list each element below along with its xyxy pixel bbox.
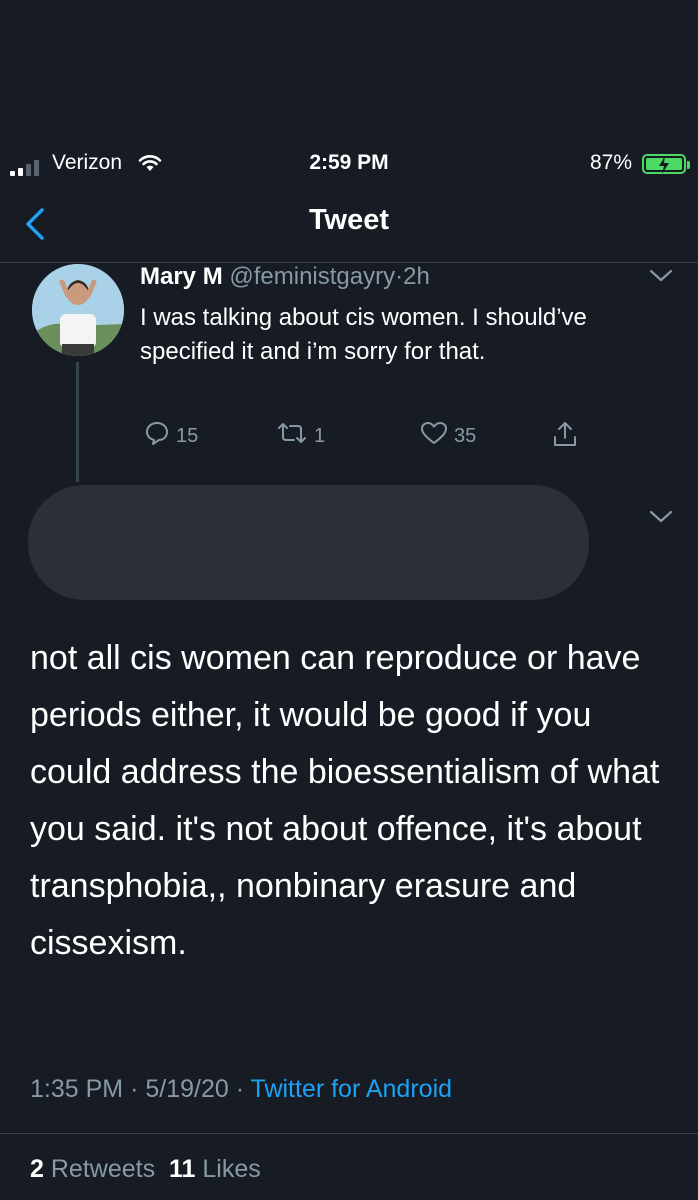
like-count: 35 [454, 424, 477, 447]
page-title: Tweet [308, 204, 390, 236]
author-handle: @feministgayry [229, 263, 396, 290]
redacted-author [28, 485, 589, 600]
tweet-actions: 15 1 35 [140, 420, 600, 450]
tweet-source-link[interactable]: Twitter for Android [251, 1075, 452, 1103]
likes-label: Likes [202, 1155, 261, 1183]
reply-count: 15 [176, 424, 199, 447]
reply-button[interactable]: 15 [144, 420, 198, 452]
separator: · [395, 263, 404, 290]
tweet-text: I was talking about cis women. I should’… [140, 304, 587, 365]
navigation-bar: Tweet [0, 195, 698, 255]
retweets-label: Retweets [50, 1155, 156, 1183]
battery-tip [687, 161, 690, 169]
like-total: 11 [168, 1155, 196, 1183]
retweet-button[interactable]: 1 [276, 420, 325, 452]
separator: · [130, 1075, 139, 1103]
tweet-age: 2h [403, 263, 430, 290]
separator: · [235, 1075, 245, 1103]
tweet-date: 5/19/20 [145, 1075, 229, 1103]
reply-icon [144, 420, 170, 452]
tweet-metadata: 1:35 PM · 5/19/20 · Twitter for Android [30, 1075, 452, 1104]
main-tweet-text: not all cis women can reproduce or have … [30, 639, 660, 962]
tweet-time: 1:35 PM [30, 1075, 124, 1103]
tweet-stats: 2 Retweets 11 Likes [30, 1155, 261, 1184]
share-icon [552, 420, 578, 454]
retweet-icon [276, 420, 308, 452]
retweet-count: 1 [314, 424, 326, 447]
stats-divider [0, 1133, 698, 1134]
share-button[interactable] [552, 420, 578, 454]
like-button[interactable]: 35 [420, 420, 476, 452]
status-bar: Verizon 2:59 PM 87% [0, 150, 698, 180]
like-icon [420, 420, 448, 452]
chevron-down-icon[interactable] [648, 509, 674, 530]
likes-stat[interactable]: 11 Likes [169, 1155, 261, 1183]
battery-percent: 87% [589, 151, 632, 174]
chevron-down-icon[interactable] [648, 268, 674, 289]
avatar[interactable] [32, 264, 124, 356]
battery-icon [642, 154, 686, 174]
retweets-stat[interactable]: 2 Retweets [30, 1155, 155, 1183]
author-name: Mary M [140, 263, 223, 290]
tweet-author[interactable]: Mary M @feministgayry·2h [140, 263, 430, 291]
thread-line [76, 362, 79, 482]
retweet-total: 2 [30, 1155, 44, 1183]
